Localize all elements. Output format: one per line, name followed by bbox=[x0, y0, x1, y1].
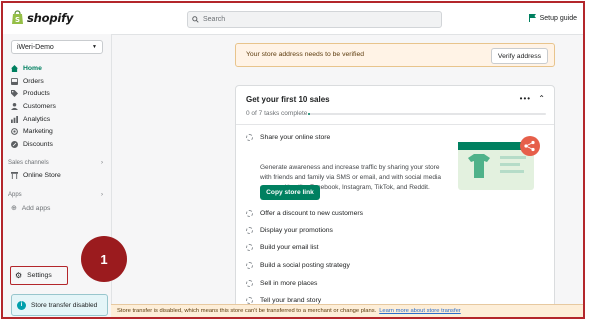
discount-icon bbox=[11, 140, 18, 148]
shopify-logo[interactable]: S shopify bbox=[11, 10, 73, 25]
home-icon bbox=[11, 64, 18, 72]
first-sales-card: Get your first 10 sales ••• ⌃ 0 of 7 tas… bbox=[235, 85, 555, 317]
sales-channels-label: Sales channels bbox=[8, 160, 49, 166]
sidebar-item-home[interactable]: Home bbox=[11, 62, 106, 75]
storefront-icon bbox=[11, 172, 18, 179]
learn-more-link[interactable]: Learn more about store transfer bbox=[379, 308, 461, 314]
store-selector[interactable]: iWeri-Demo ▼ bbox=[11, 40, 103, 54]
copy-store-link-button[interactable]: Copy store link bbox=[260, 185, 320, 200]
apps-header[interactable]: Apps › bbox=[8, 192, 103, 198]
chevron-right-icon: › bbox=[101, 160, 103, 166]
apps-label: Apps bbox=[8, 192, 22, 198]
gear-icon: ⚙ bbox=[15, 271, 23, 280]
task-social-posting[interactable]: Build a social posting strategy bbox=[246, 262, 350, 269]
sidebar-item-marketing[interactable]: Marketing bbox=[11, 125, 106, 138]
store-transfer-message: Store transfer is disabled, which means … bbox=[117, 308, 377, 314]
store-name: iWeri-Demo bbox=[17, 43, 54, 51]
verify-address-banner: Your store address needs to be verified … bbox=[235, 43, 555, 67]
card-actions[interactable]: ••• ⌃ bbox=[520, 94, 546, 103]
chevron-right-icon: › bbox=[101, 192, 103, 198]
sidebar-item-label: Products bbox=[23, 90, 50, 98]
store-transfer-label: Store transfer disabled bbox=[31, 301, 98, 309]
top-bar: S shopify Search Setup guide bbox=[3, 3, 583, 35]
app-frame: S shopify Search Setup guide iWeri-Demo … bbox=[1, 1, 585, 319]
task-display-promotions[interactable]: Display your promotions bbox=[246, 227, 333, 234]
orders-icon bbox=[11, 77, 18, 85]
task-label: Tell your brand story bbox=[260, 297, 322, 304]
setup-guide-label: Setup guide bbox=[539, 14, 577, 22]
task-label: Share your online store bbox=[260, 134, 331, 141]
settings-button[interactable]: ⚙ Settings bbox=[10, 266, 68, 285]
task-label: Build a social posting strategy bbox=[260, 262, 350, 269]
sales-channels-header[interactable]: Sales channels › bbox=[8, 160, 103, 166]
task-offer-discount[interactable]: Offer a discount to new customers bbox=[246, 210, 363, 217]
sidebar-item-label: Customers bbox=[23, 102, 56, 110]
chevron-down-icon: ▼ bbox=[92, 44, 97, 50]
sidebar-item-analytics[interactable]: Analytics bbox=[11, 113, 106, 126]
task-circle-icon[interactable] bbox=[246, 297, 253, 304]
banner-message: Your store address needs to be verified bbox=[246, 51, 365, 58]
share-illustration bbox=[458, 136, 540, 190]
sidebar-item-orders[interactable]: Orders bbox=[11, 75, 106, 88]
store-transfer-status[interactable]: i Store transfer disabled bbox=[11, 294, 108, 316]
sidebar-item-label: Orders bbox=[23, 77, 44, 85]
card-divider bbox=[236, 124, 554, 125]
info-icon: i bbox=[17, 300, 26, 310]
add-apps-label: Add apps bbox=[21, 204, 51, 212]
main-nav: Home Orders Products Customers Analytics… bbox=[11, 62, 106, 151]
settings-label: Settings bbox=[27, 272, 52, 279]
task-label: Sell in more places bbox=[260, 280, 318, 287]
step-number: 1 bbox=[100, 251, 108, 267]
task-build-email-list[interactable]: Build your email list bbox=[246, 244, 319, 251]
task-sell-more-places[interactable]: Sell in more places bbox=[246, 280, 317, 287]
task-label: Offer a discount to new customers bbox=[260, 210, 364, 217]
bar-chart-icon bbox=[11, 115, 18, 123]
svg-text:S: S bbox=[15, 16, 20, 24]
task-share-store[interactable]: Share your online store bbox=[246, 134, 330, 141]
chevron-up-icon[interactable]: ⌃ bbox=[538, 94, 546, 103]
progress-fill bbox=[308, 113, 310, 115]
search-placeholder: Search bbox=[203, 16, 226, 23]
person-icon bbox=[11, 102, 18, 110]
plus-icon: ⊕ bbox=[11, 205, 17, 212]
online-store-label: Online Store bbox=[23, 172, 61, 179]
sidebar-item-label: Analytics bbox=[23, 115, 51, 123]
task-circle-icon[interactable] bbox=[246, 210, 253, 217]
card-title: Get your first 10 sales bbox=[246, 95, 330, 104]
target-icon bbox=[11, 128, 18, 136]
task-circle-icon[interactable] bbox=[246, 244, 253, 251]
task-brand-story[interactable]: Tell your brand story bbox=[246, 297, 321, 304]
sidebar-item-label: Discounts bbox=[23, 140, 53, 148]
task-circle-icon[interactable] bbox=[246, 280, 253, 287]
sidebar-item-label: Home bbox=[23, 64, 42, 72]
sidebar-item-products[interactable]: Products bbox=[11, 87, 106, 100]
logo-text: shopify bbox=[27, 10, 74, 25]
verify-address-button[interactable]: Verify address bbox=[490, 48, 548, 64]
flag-icon bbox=[528, 14, 536, 22]
shopify-bag-icon: S bbox=[12, 10, 23, 24]
progress-bar bbox=[308, 113, 546, 115]
search-icon bbox=[192, 16, 199, 23]
task-circle-icon[interactable] bbox=[246, 227, 253, 234]
more-icon[interactable]: ••• bbox=[520, 94, 531, 103]
task-circle-icon[interactable] bbox=[246, 134, 253, 141]
search-input[interactable]: Search bbox=[187, 11, 442, 28]
progress-text: 0 of 7 tasks complete bbox=[246, 110, 308, 117]
sidebar-item-online-store[interactable]: Online Store bbox=[11, 172, 61, 179]
sidebar-item-customers[interactable]: Customers bbox=[11, 100, 106, 113]
copy-store-link-label: Copy store link bbox=[266, 189, 314, 196]
setup-guide-button[interactable]: Setup guide bbox=[528, 14, 577, 22]
verify-address-label: Verify address bbox=[497, 52, 541, 60]
task-circle-icon[interactable] bbox=[246, 262, 253, 269]
step-callout: 1 bbox=[81, 236, 127, 282]
task-label: Display your promotions bbox=[260, 227, 333, 234]
tag-icon bbox=[11, 90, 18, 98]
sidebar-item-label: Marketing bbox=[23, 128, 53, 136]
add-apps-button[interactable]: ⊕ Add apps bbox=[11, 204, 51, 213]
store-transfer-bar: Store transfer is disabled, which means … bbox=[111, 304, 583, 317]
sidebar-item-discounts[interactable]: Discounts bbox=[11, 138, 106, 151]
task-label: Build your email list bbox=[260, 244, 319, 251]
